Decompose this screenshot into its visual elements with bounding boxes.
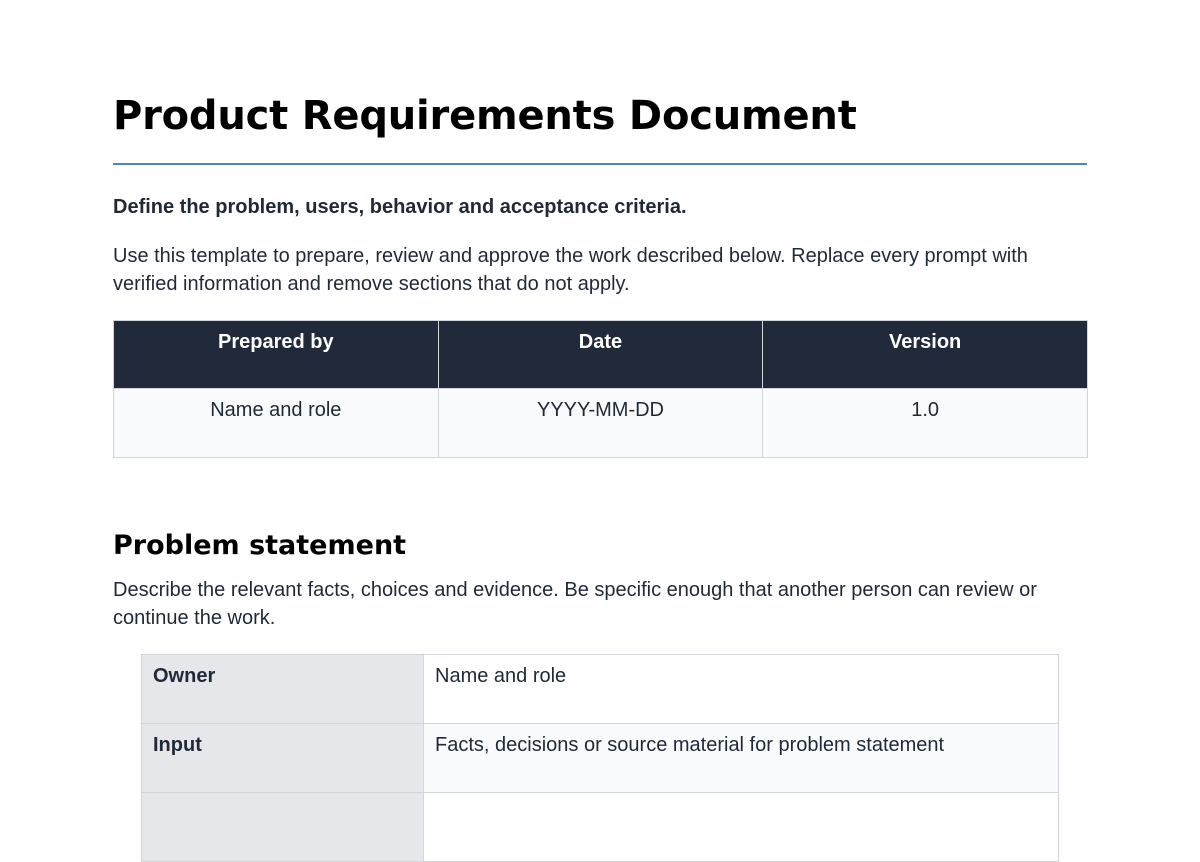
metadata-value-row: Name and role YYYY-MM-DD 1.0 (113, 388, 1088, 458)
document-intro: Use this template to prepare, review and… (113, 245, 1028, 295)
next-row-value (423, 792, 1059, 862)
next-row-label (141, 792, 424, 862)
table-row: Owner Name and role (141, 654, 1059, 724)
section-heading: Problem statement (113, 530, 407, 561)
input-value: Facts, decisions or source material for … (423, 723, 1059, 793)
table-row: Input Facts, decisions or source materia… (141, 723, 1059, 793)
metadata-header-row: Prepared by Date Version (113, 320, 1088, 389)
date-value: YYYY-MM-DD (437, 388, 764, 458)
prepared-by-value: Name and role (113, 388, 439, 458)
metadata-table: Prepared by Date Version Name and role Y… (113, 320, 1088, 458)
version-header: Version (762, 320, 1088, 389)
prepared-by-header: Prepared by (113, 320, 439, 389)
table-row (141, 792, 1059, 862)
document-title: Product Requirements Document (113, 93, 857, 139)
title-divider (113, 163, 1087, 165)
section-body: Describe the relevant facts, choices and… (113, 579, 1037, 629)
input-label: Input (141, 723, 424, 793)
owner-value: Name and role (423, 654, 1059, 724)
document-subtitle: Define the problem, users, behavior and … (113, 196, 687, 218)
owner-label: Owner (141, 654, 424, 724)
date-header: Date (437, 320, 764, 389)
problem-detail-table: Owner Name and role Input Facts, decisio… (141, 654, 1059, 862)
version-value: 1.0 (762, 388, 1088, 458)
